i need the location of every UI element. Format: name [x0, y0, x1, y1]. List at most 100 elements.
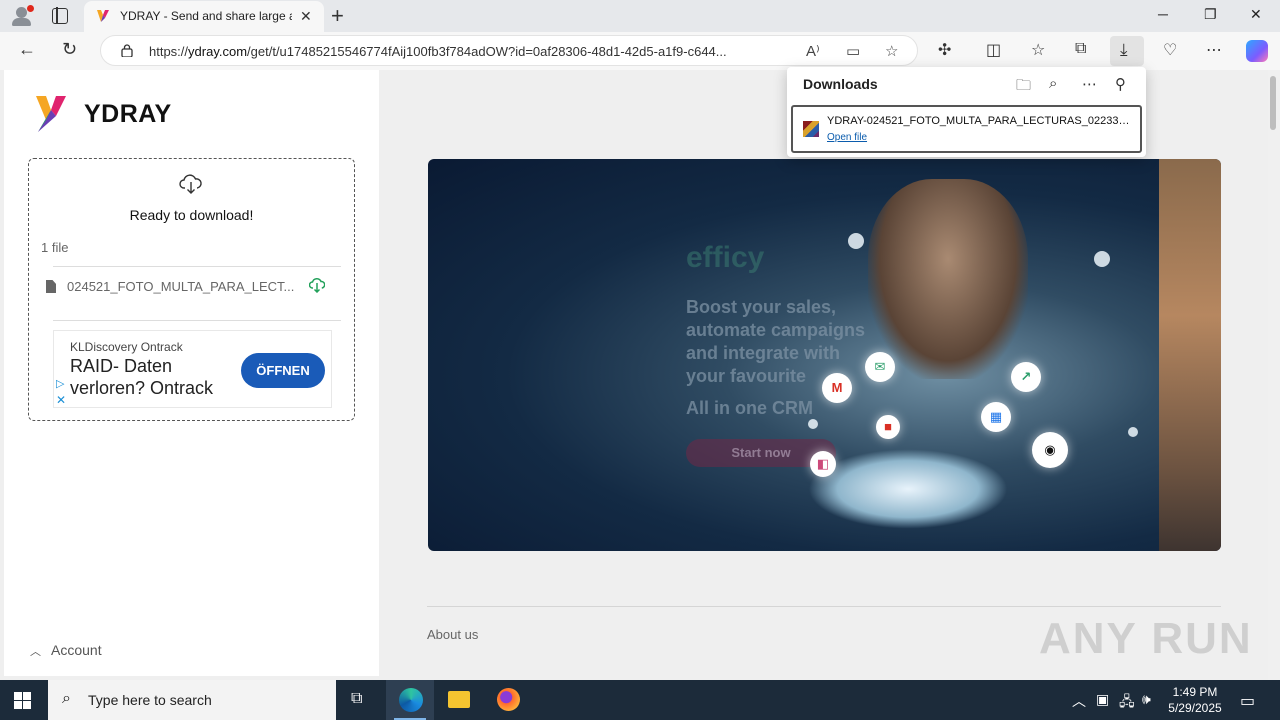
banner-person [868, 179, 1028, 379]
ad-headline[interactable]: RAID- Daten verloren? Ontrack [70, 355, 240, 399]
ydray-favicon-icon [97, 10, 109, 22]
open-folder-icon[interactable]: 🗀 [1016, 75, 1031, 100]
minimize-icon[interactable]: ─ [1158, 6, 1168, 22]
chart-icon: ↗ [1011, 362, 1041, 392]
footer-divider [427, 606, 1221, 607]
app-icon: ■ [876, 415, 900, 439]
chevron-up-icon: ︿ [30, 646, 41, 658]
favorites-icon[interactable]: ☆ [1031, 40, 1045, 60]
ad-choices-icon[interactable]: ▷ [56, 377, 64, 390]
tab-actions-icon[interactable] [52, 7, 68, 24]
bag-icon: ◧ [810, 451, 836, 477]
tray-device-icon[interactable]: ▣ [1096, 691, 1109, 708]
file-name[interactable]: 024521_FOTO_MULTA_PARA_LECT... [67, 279, 299, 294]
clock-date: 5/29/2025 [1168, 701, 1222, 715]
ydray-logo-icon[interactable] [34, 94, 68, 134]
ad-banner-image[interactable]: efficy Boost your sales, automate campai… [428, 159, 1221, 551]
scrollbar-thumb[interactable] [1270, 76, 1276, 130]
taskbar-search-box[interactable]: ⌕ Type here to search [48, 680, 336, 720]
more-menu-icon[interactable]: ⋯ [1206, 40, 1222, 60]
windows-start-icon[interactable] [14, 692, 31, 709]
ad-close-icon[interactable]: ✕ [56, 393, 66, 407]
advertisement[interactable]: KLDiscovery Ontrack RAID- Daten verloren… [53, 330, 332, 408]
favorite-star-icon[interactable]: ☆ [885, 42, 898, 60]
pin-icon[interactable]: ⚲ [1115, 75, 1126, 93]
file-explorer-icon[interactable] [434, 680, 482, 720]
cloud-download-icon [179, 174, 202, 194]
banner-line: automate campaigns [686, 320, 866, 340]
browser-toolbar: ← ↻ https://ydray.com/get/t/u17485215546… [0, 32, 1280, 70]
download-icon: ⤓ [1120, 40, 1128, 59]
bokeh-light [848, 233, 864, 249]
page-scrollbar[interactable] [1268, 70, 1280, 680]
tab-close-icon[interactable]: ✕ [300, 8, 312, 25]
file-icon [46, 280, 56, 293]
clock-time: 1:49 PM [1172, 685, 1218, 699]
tray-chevron-icon[interactable]: ︿ [1072, 691, 1086, 711]
close-window-icon[interactable]: ✕ [1250, 6, 1262, 23]
banner-tagline: All in one CRM [686, 398, 813, 418]
ad-open-button[interactable]: ÖFFNEN [241, 353, 325, 388]
divider [53, 320, 341, 321]
refresh-icon[interactable]: ↻ [62, 39, 77, 60]
banner-brand: efficy [686, 241, 765, 274]
restore-icon[interactable]: ❐ [1204, 6, 1217, 23]
notifications-icon[interactable]: ▭ [1240, 691, 1255, 711]
browser-essentials-icon[interactable]: ♡ [1163, 40, 1177, 60]
calendar-icon: ▦ [981, 402, 1011, 432]
account-label: Account [51, 642, 102, 658]
immersive-reader-icon[interactable]: ▭ [846, 42, 860, 60]
bokeh-light [1128, 427, 1138, 437]
banner-line: Boost your sales, [686, 297, 837, 317]
back-icon[interactable]: ← [18, 39, 36, 60]
search-icon: ⌕ [62, 690, 71, 707]
profile-avatar-icon[interactable] [10, 5, 34, 27]
downloads-title: Downloads [803, 76, 878, 92]
bokeh-light [808, 419, 818, 429]
browser-titlebar: YDRAY - Send and share large and ✕ + ─ ❐… [0, 0, 1280, 32]
volume-icon[interactable]: 🕪 [1142, 691, 1151, 708]
archive-file-icon [803, 121, 819, 137]
web-page: YDRAY Ready to download! 1 file 024521_F… [0, 70, 1280, 680]
ydray-sidebar: YDRAY Ready to download! 1 file 024521_F… [4, 70, 379, 676]
banner-line: and integrate with [686, 343, 841, 363]
bokeh-light [1094, 251, 1110, 267]
tablet-glow [808, 449, 1008, 529]
about-us-link[interactable]: About us [427, 627, 478, 642]
read-aloud-icon[interactable]: A⁾ [806, 42, 820, 60]
edge-taskbar-icon[interactable] [386, 680, 434, 720]
account-toggle[interactable]: ︿ Account [30, 642, 102, 659]
new-tab-icon[interactable]: + [331, 3, 344, 29]
download-file-name: YDRAY-024521_FOTO_MULTA_PARA_LECTURAS_02… [827, 115, 1133, 127]
search-placeholder: Type here to search [88, 692, 212, 708]
address-bar[interactable]: https://ydray.com/get/t/u17485215546774f… [100, 35, 918, 66]
download-box: Ready to download! 1 file 024521_FOTO_MU… [28, 158, 355, 421]
lock-icon[interactable] [121, 44, 133, 57]
extensions-icon[interactable]: ✣ [938, 40, 951, 60]
collections-icon[interactable]: ⧉ [1075, 40, 1086, 58]
anyrun-watermark: ANY RUN [1039, 614, 1253, 663]
banner-line: your favourite [686, 366, 807, 386]
url-text[interactable]: https://ydray.com/get/t/u17485215546774f… [149, 44, 789, 59]
network-icon[interactable]: 🖧 [1119, 691, 1135, 715]
file-download-icon[interactable] [309, 277, 325, 293]
outlook-icon: ◉ [1032, 432, 1068, 468]
ad-advertiser: KLDiscovery Ontrack [70, 340, 183, 354]
search-downloads-icon[interactable]: ⌕ [1049, 75, 1057, 92]
split-screen-icon[interactable]: ◫ [986, 40, 1001, 60]
open-file-link[interactable]: Open file [827, 132, 867, 143]
downloads-button[interactable]: ⤓ [1110, 36, 1144, 66]
tab-ydray[interactable]: YDRAY - Send and share large and ✕ [84, 1, 324, 32]
copilot-icon[interactable] [1246, 40, 1268, 62]
main-content: efficy Boost your sales, automate campai… [379, 70, 1267, 680]
taskbar-clock[interactable]: 1:49 PM 5/29/2025 [1160, 684, 1230, 716]
download-item[interactable]: YDRAY-024521_FOTO_MULTA_PARA_LECTURAS_02… [791, 105, 1142, 153]
divider [53, 266, 341, 267]
file-count: 1 file [41, 240, 69, 255]
windows-taskbar: ⌕ Type here to search ⧉ ︿ ▣ 🖧 🕪 1:49 PM … [0, 680, 1280, 720]
firefox-icon[interactable] [484, 680, 532, 720]
task-view-icon[interactable]: ⧉ [336, 680, 384, 720]
banner-edge [1159, 159, 1221, 551]
downloads-more-icon[interactable]: ⋯ [1082, 75, 1097, 93]
gmail-icon: M [822, 373, 852, 403]
